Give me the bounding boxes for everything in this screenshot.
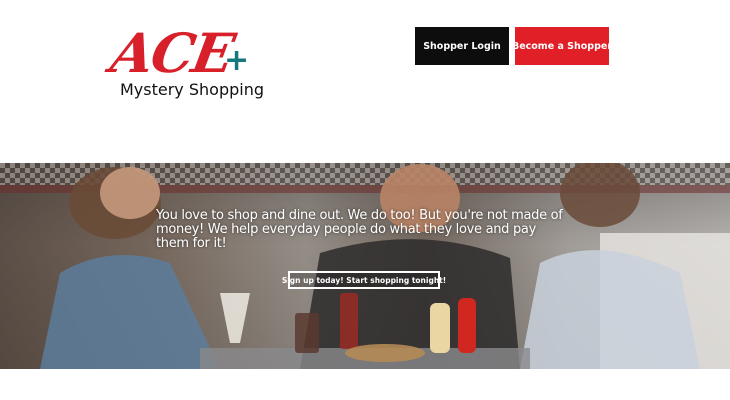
hero-banner: You love to shop and dine out. We do too… [0,163,730,369]
shopper-login-button[interactable]: Shopper Login [415,27,509,65]
signup-cta-button[interactable]: Sign up today! Start shopping tonight! [282,271,446,289]
hero-photo [0,163,730,369]
logo-plus-icon: + [224,43,250,78]
site-logo[interactable]: ACE + Mystery Shopping [106,21,268,104]
hero-headline: You love to shop and dine out. We do too… [156,208,563,251]
page: ACE + Mystery Shopping Shopper Login Bec… [0,0,730,400]
logo-wordmark: ACE [106,21,238,85]
become-shopper-button[interactable]: Become a Shopper [512,27,612,65]
logo-tagline: Mystery Shopping [120,80,264,99]
